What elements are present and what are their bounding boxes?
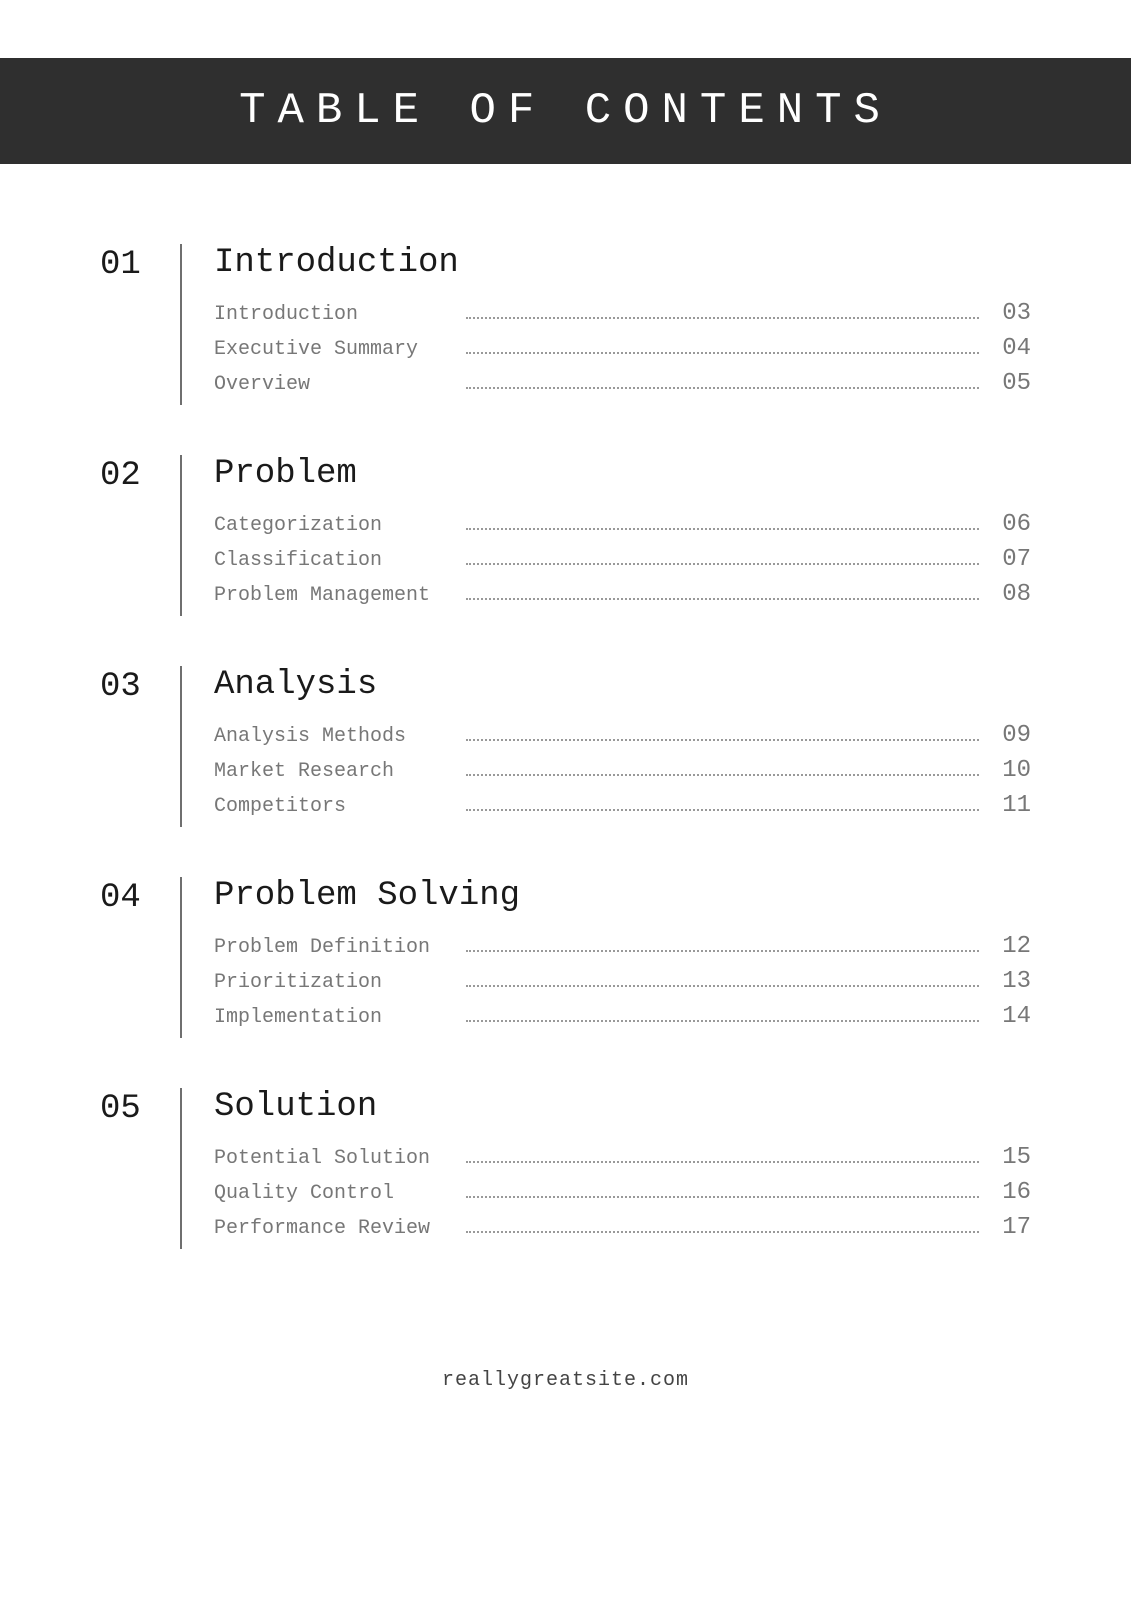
entry-page: 06 — [991, 511, 1031, 538]
section-title: Problem Solving — [214, 877, 1031, 915]
toc-entry: Executive Summary 04 — [214, 335, 1031, 362]
entry-dots — [466, 950, 979, 952]
toc-entry: Analysis Methods 09 — [214, 722, 1031, 749]
toc-section: 03 Analysis Analysis Methods 09 Market Resea… — [100, 666, 1031, 827]
entry-page: 10 — [991, 757, 1031, 784]
toc-content: 01 Introduction Introduction 03 Executive Su… — [0, 164, 1131, 1339]
section-title: Solution — [214, 1088, 1031, 1126]
entry-label: Competitors — [214, 795, 454, 818]
entry-page: 12 — [991, 933, 1031, 960]
section-number: 01 — [100, 244, 180, 405]
section-divider — [180, 877, 182, 1038]
entry-dots — [466, 387, 979, 389]
section-number: 03 — [100, 666, 180, 827]
toc-section: 05 Solution Potential Solution 15 Quality Co… — [100, 1088, 1031, 1249]
section-divider — [180, 244, 182, 405]
entry-label: Potential Solution — [214, 1147, 454, 1170]
footer-url: reallygreatsite.com — [442, 1369, 689, 1392]
entry-dots — [466, 1196, 979, 1198]
entry-page: 16 — [991, 1179, 1031, 1206]
entry-label: Implementation — [214, 1006, 454, 1029]
section-title: Problem — [214, 455, 1031, 493]
entry-page: 09 — [991, 722, 1031, 749]
entry-dots — [466, 352, 979, 354]
toc-entry: Overview 05 — [214, 370, 1031, 397]
entry-dots — [466, 774, 979, 776]
entry-label: Problem Management — [214, 584, 454, 607]
section-number: 02 — [100, 455, 180, 616]
section-body: Problem Solving Problem Definition 12 Prior… — [214, 877, 1031, 1038]
entry-label: Overview — [214, 373, 454, 396]
entry-dots — [466, 985, 979, 987]
entry-dots — [466, 1231, 979, 1233]
entry-page: 11 — [991, 792, 1031, 819]
toc-entry: Problem Definition 12 — [214, 933, 1031, 960]
section-number: 05 — [100, 1088, 180, 1249]
entry-dots — [466, 317, 979, 319]
page-title: TABLE OF CONTENTS — [239, 86, 892, 136]
toc-entry: Classification 07 — [214, 546, 1031, 573]
section-body: Solution Potential Solution 15 Quality Cont… — [214, 1088, 1031, 1249]
toc-entry: Competitors 11 — [214, 792, 1031, 819]
toc-entry: Performance Review 17 — [214, 1214, 1031, 1241]
entry-page: 15 — [991, 1144, 1031, 1171]
entry-label: Market Research — [214, 760, 454, 783]
toc-entry: Market Research 10 — [214, 757, 1031, 784]
entry-label: Classification — [214, 549, 454, 572]
section-divider — [180, 666, 182, 827]
footer: reallygreatsite.com — [0, 1339, 1131, 1442]
entry-label: Analysis Methods — [214, 725, 454, 748]
toc-section: 04 Problem Solving Problem Definition 12 Pri… — [100, 877, 1031, 1038]
entry-dots — [466, 809, 979, 811]
entry-page: 08 — [991, 581, 1031, 608]
toc-entry: Problem Management 08 — [214, 581, 1031, 608]
entry-page: 17 — [991, 1214, 1031, 1241]
section-divider — [180, 1088, 182, 1249]
section-title: Introduction — [214, 244, 1031, 282]
toc-entry: Categorization 06 — [214, 511, 1031, 538]
entry-page: 13 — [991, 968, 1031, 995]
toc-section: 02 Problem Categorization 06 Classification 0… — [100, 455, 1031, 616]
toc-section: 01 Introduction Introduction 03 Executive Su… — [100, 244, 1031, 405]
entry-label: Quality Control — [214, 1182, 454, 1205]
entry-label: Introduction — [214, 303, 454, 326]
header-bar: TABLE OF CONTENTS — [0, 58, 1131, 164]
toc-entry: Potential Solution 15 — [214, 1144, 1031, 1171]
section-body: Introduction Introduction 03 Executive Summ… — [214, 244, 1031, 405]
toc-entry: Implementation 14 — [214, 1003, 1031, 1030]
section-title: Analysis — [214, 666, 1031, 704]
entry-page: 07 — [991, 546, 1031, 573]
section-number: 04 — [100, 877, 180, 1038]
entry-page: 05 — [991, 370, 1031, 397]
entry-label: Prioritization — [214, 971, 454, 994]
entry-dots — [466, 739, 979, 741]
entry-dots — [466, 563, 979, 565]
entry-dots — [466, 598, 979, 600]
entry-page: 04 — [991, 335, 1031, 362]
section-divider — [180, 455, 182, 616]
section-body: Analysis Analysis Methods 09 Market Researc… — [214, 666, 1031, 827]
entry-page: 14 — [991, 1003, 1031, 1030]
toc-entry: Quality Control 16 — [214, 1179, 1031, 1206]
section-body: Problem Categorization 06 Classification 07 P… — [214, 455, 1031, 616]
entry-dots — [466, 1020, 979, 1022]
entry-label: Categorization — [214, 514, 454, 537]
entry-dots — [466, 1161, 979, 1163]
entry-dots — [466, 528, 979, 530]
entry-page: 03 — [991, 300, 1031, 327]
entry-label: Performance Review — [214, 1217, 454, 1240]
toc-entry: Prioritization 13 — [214, 968, 1031, 995]
toc-entry: Introduction 03 — [214, 300, 1031, 327]
entry-label: Executive Summary — [214, 338, 454, 361]
entry-label: Problem Definition — [214, 936, 454, 959]
